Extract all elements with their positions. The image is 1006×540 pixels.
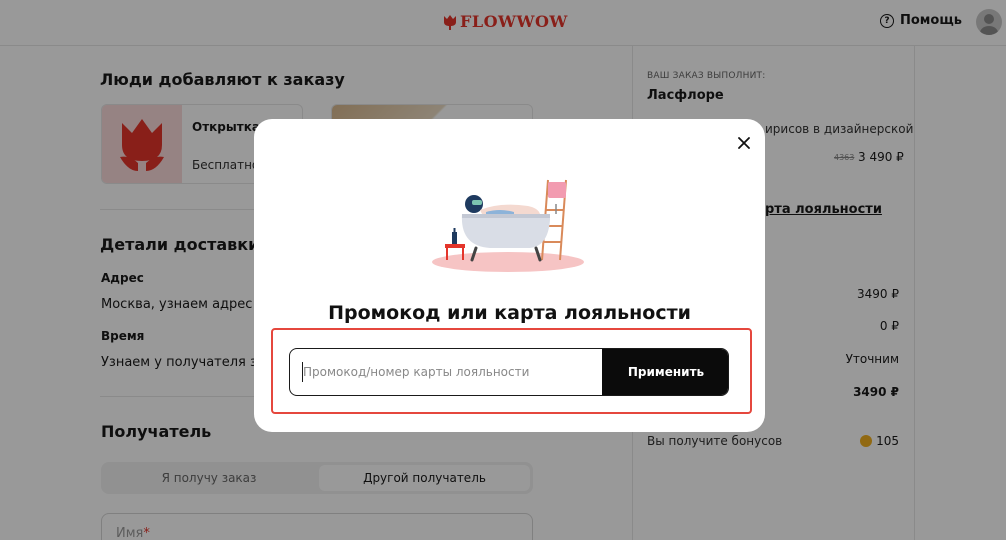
modal-title: Промокод или карта лояльности [328, 302, 691, 324]
promo-modal: Промокод или карта лояльности Применить [254, 119, 765, 432]
apply-button[interactable]: Применить [602, 349, 728, 395]
close-icon [738, 137, 750, 149]
promo-form: Применить [289, 348, 729, 396]
promo-code-input[interactable] [290, 349, 602, 395]
text-caret [302, 362, 303, 382]
bathtub-illustration [432, 179, 584, 272]
close-button[interactable] [732, 131, 756, 155]
